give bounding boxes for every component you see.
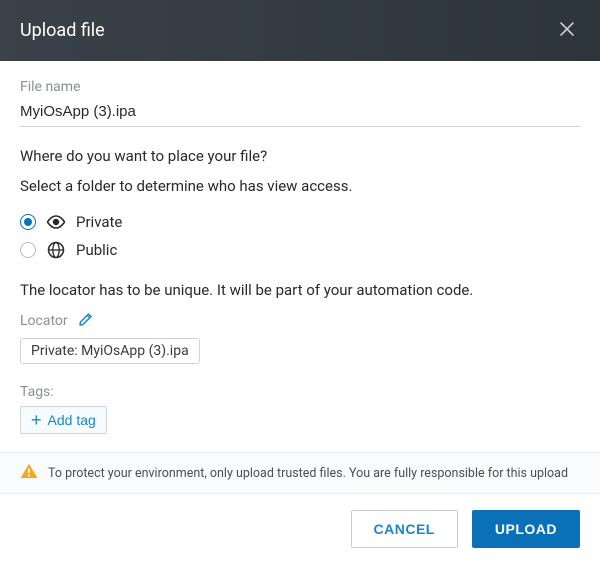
locator-header: Locator bbox=[20, 309, 580, 332]
radio-input-private[interactable] bbox=[20, 214, 36, 230]
warning-bar: To protect your environment, only upload… bbox=[0, 452, 600, 494]
file-name-label: File name bbox=[20, 79, 580, 95]
tags-label: Tags: bbox=[20, 384, 580, 400]
dialog-header: Upload file bbox=[0, 0, 600, 61]
plus-icon: + bbox=[31, 413, 42, 427]
dialog-body: File name Where do you want to place you… bbox=[0, 61, 600, 452]
placement-instruction: Select a folder to determine who has vie… bbox=[20, 177, 580, 195]
file-name-input[interactable] bbox=[20, 99, 580, 127]
upload-button[interactable]: UPLOAD bbox=[472, 510, 580, 548]
radio-private-label: Private bbox=[76, 213, 122, 231]
close-button[interactable] bbox=[554, 16, 580, 45]
radio-public[interactable]: Public bbox=[20, 241, 580, 259]
radio-input-public[interactable] bbox=[20, 242, 36, 258]
globe-icon bbox=[46, 241, 66, 259]
locator-note: The locator has to be unique. It will be… bbox=[20, 281, 580, 299]
cancel-button[interactable]: CANCEL bbox=[351, 510, 458, 548]
edit-locator-button[interactable] bbox=[76, 309, 96, 332]
radio-private[interactable]: Private bbox=[20, 213, 580, 231]
dialog-footer: CANCEL UPLOAD bbox=[0, 494, 600, 564]
close-icon bbox=[558, 20, 576, 41]
placement-question: Where do you want to place your file? bbox=[20, 147, 580, 165]
dialog-title: Upload file bbox=[20, 20, 105, 41]
locator-label: Locator bbox=[20, 313, 68, 329]
radio-public-label: Public bbox=[76, 241, 117, 259]
add-tag-button[interactable]: + Add tag bbox=[20, 406, 107, 434]
warning-icon bbox=[20, 463, 38, 483]
pencil-icon bbox=[78, 311, 94, 330]
add-tag-label: Add tag bbox=[48, 412, 96, 428]
warning-text: To protect your environment, only upload… bbox=[48, 466, 568, 481]
locator-value: Private: MyiOsApp (3).ipa bbox=[20, 338, 200, 364]
eye-icon bbox=[46, 215, 66, 229]
folder-radio-group: Private Public bbox=[20, 213, 580, 259]
